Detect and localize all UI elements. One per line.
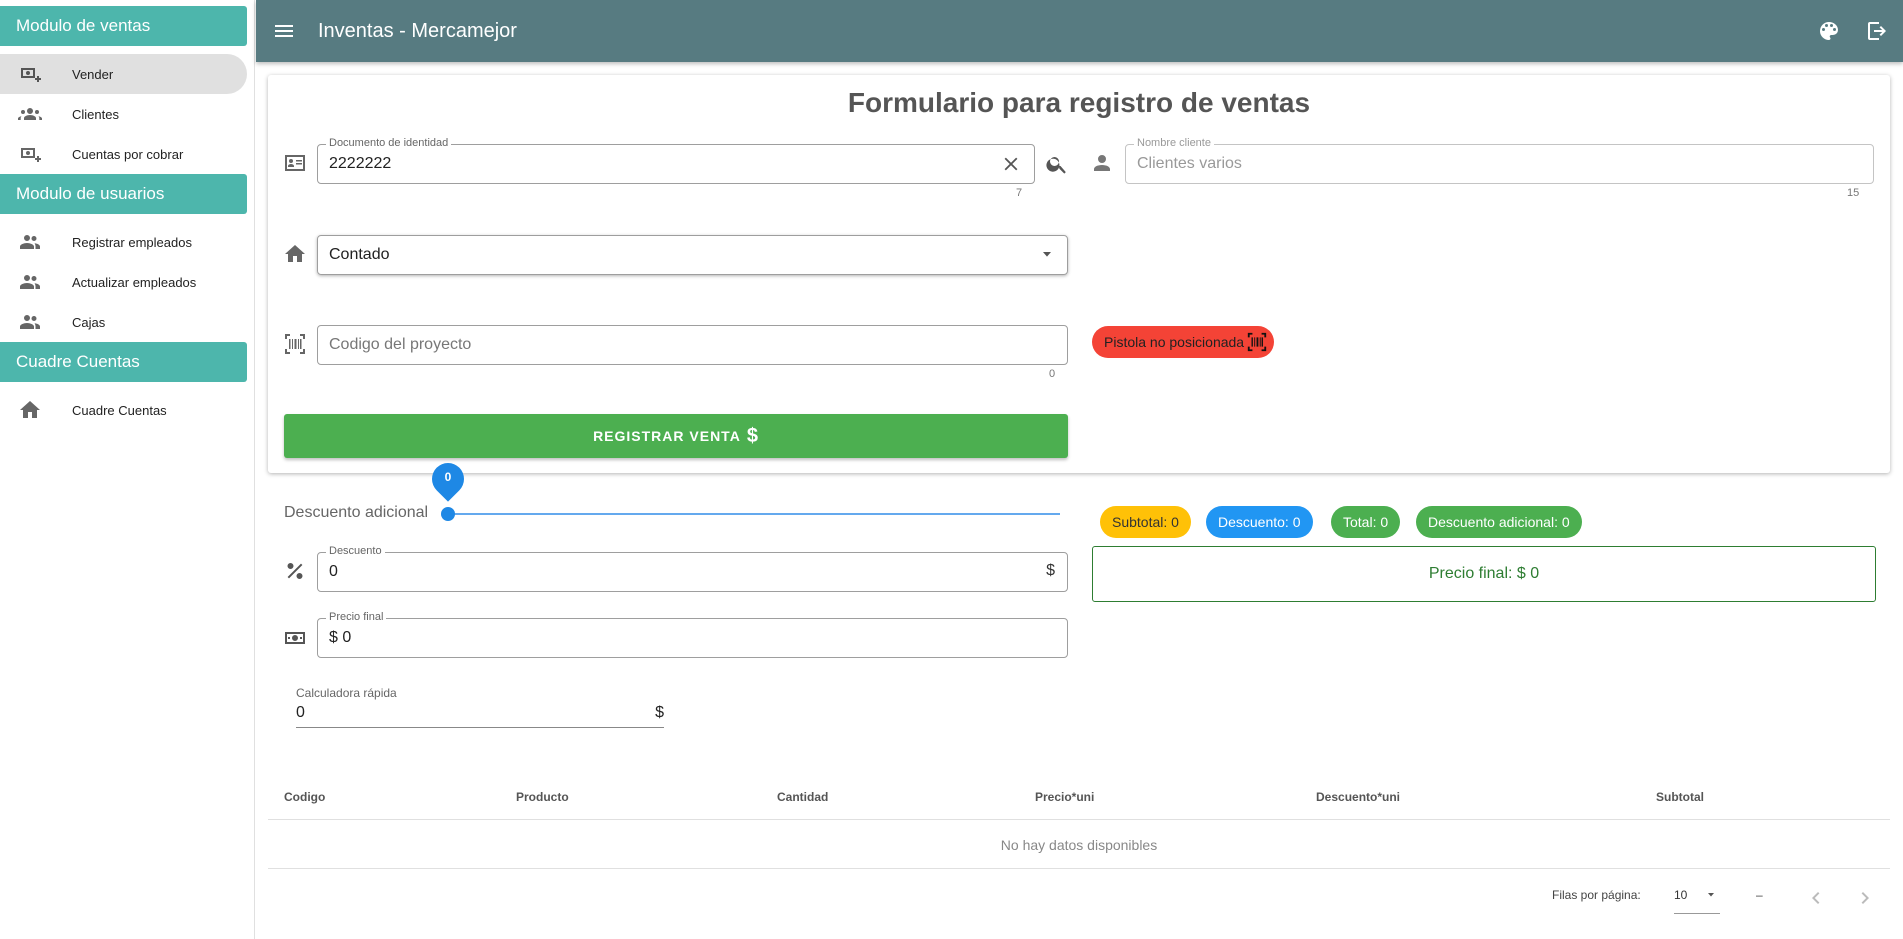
quick-calculator-value: 0 [296,704,305,721]
chevron-left-icon[interactable] [1804,886,1828,910]
sidebar-item-label: Actualizar empleados [72,274,197,290]
dollar-icon: $ [746,424,759,447]
col-descuento-uni[interactable]: Descuento*uni [1316,790,1400,804]
page-range: – [1756,888,1763,902]
document-field[interactable]: Documento de identidad 2222222 [317,136,1035,184]
chevron-right-icon[interactable] [1853,886,1877,910]
scanner-status-chip: Pistola no posicionada [1092,326,1275,358]
sidebar-item-label: Cajas [72,314,106,330]
discount-value: 0 [329,563,338,580]
sidebar-item-vender[interactable]: Vender [0,54,247,94]
project-code-placeholder: Codigo del proyecto [329,336,472,353]
discount-field[interactable]: Descuento 0 $ [317,544,1068,592]
sidebar-item-label: Vender [72,66,114,82]
id-card-icon [283,151,307,175]
chevron-down-icon [1706,893,1716,899]
sidebar-item-label: Clientes [72,106,119,122]
register-sale-button[interactable]: REGISTRAR VENTA $ [284,414,1068,458]
people-icon [18,310,42,334]
col-cantidad[interactable]: Cantidad [777,790,828,804]
menu-icon[interactable] [272,19,296,43]
home-icon [283,242,307,266]
barcode-icon [1246,331,1268,353]
app-title: Inventas - Mercamejor [318,19,517,42]
sidebar-item-label: Registrar empleados [72,234,192,250]
final-price-box: Precio final: $ 0 [1092,546,1876,602]
slider-thumb[interactable] [441,507,455,521]
col-producto[interactable]: Producto [516,790,569,804]
additional-discount-label: Descuento adicional [284,504,429,521]
quick-calculator-label: Calculadora rápida [296,686,397,700]
slider-track[interactable] [448,513,1060,515]
app-bar: Inventas - Mercamejor [256,0,1903,62]
person-icon [1090,151,1114,175]
document-label: Documento de identidad [326,136,452,150]
final-price-value: $ 0 [329,629,352,646]
total-chip: Total: 0 [1331,506,1401,538]
client-name-field[interactable]: Nombre cliente Clientes varios [1125,136,1874,184]
payment-type-select[interactable]: Contado [317,235,1068,275]
client-name-placeholder: Clientes varios [1137,155,1242,172]
scanner-status-label: Pistola no posicionada [1104,334,1245,350]
chevron-down-icon [1041,252,1053,260]
additional-discount-chip: Descuento adicional: 0 [1416,506,1582,538]
section-usuarios[interactable]: Modulo de usuarios [0,174,247,214]
form-title: Formulario para registro de ventas [847,87,1311,118]
project-code-input[interactable]: Codigo del proyecto [317,325,1068,365]
account-group-icon [18,102,42,126]
sidebar-item-cuentas-por-cobrar[interactable]: Cuentas por cobrar [0,134,247,174]
palette-icon[interactable] [1817,19,1841,43]
document-counter: 7 [1016,187,1023,199]
client-name-label: Nombre cliente [1134,136,1214,150]
rows-per-page-label: Filas por página: [1552,888,1641,902]
rows-per-page-select[interactable]: 10 [1674,882,1720,914]
sales-form-card: Formulario para registro de ventas Docum… [268,75,1890,473]
table-empty-message: No hay datos disponibles [268,821,1890,869]
col-codigo[interactable]: Codigo [284,790,325,804]
subtotal-chip: Subtotal: 0 [1100,506,1191,538]
discount-chip: Descuento: 0 [1206,506,1313,538]
table-header: Codigo Producto Cantidad Precio*uni Desc… [268,780,1890,820]
quick-calculator-suffix: $ [655,704,664,721]
discount-suffix: $ [1046,562,1055,579]
logout-icon[interactable] [1865,19,1889,43]
home-icon [18,398,42,422]
sidebar-item-clientes[interactable]: Clientes [0,94,247,134]
section-cuadre[interactable]: Cuadre Cuentas [0,342,247,382]
discount-label: Descuento [326,544,385,558]
sidebar: Modulo de ventas Vender Clientes Cuentas… [0,0,255,939]
final-price-field[interactable]: Precio final $ 0 [317,610,1068,658]
payment-type-value: Contado [329,246,390,263]
sidebar-item-registrar-empleados[interactable]: Registrar empleados [0,222,247,262]
barcode-scan-icon [283,332,307,356]
register-sale-label: REGISTRAR VENTA [593,428,741,444]
quick-calculator-input[interactable]: Calculadora rápida 0 $ [296,686,664,728]
people-icon [18,230,42,254]
final-price-label: Precio final [326,610,387,624]
col-precio-uni[interactable]: Precio*uni [1035,790,1094,804]
people-icon [18,270,42,294]
clear-icon[interactable] [1000,153,1022,175]
section-ventas[interactable]: Modulo de ventas [0,6,247,46]
sidebar-item-cuadre-cuentas[interactable]: Cuadre Cuentas [0,390,247,430]
project-code-counter: 0 [1049,368,1056,380]
sidebar-item-label: Cuadre Cuentas [72,402,167,418]
percent-icon [283,559,307,583]
cash-icon [283,626,307,650]
cash-plus-icon [18,62,42,86]
slider-value: 0 [444,470,452,484]
cash-plus-icon [18,142,42,166]
sidebar-item-label: Cuentas por cobrar [72,146,184,162]
sidebar-item-cajas[interactable]: Cajas [0,302,247,342]
client-name-counter: 15 [1847,187,1860,199]
sidebar-item-actualizar-empleados[interactable]: Actualizar empleados [0,262,247,302]
col-subtotal[interactable]: Subtotal [1656,790,1704,804]
document-value: 2222222 [329,155,392,172]
search-icon[interactable] [1045,152,1069,176]
rows-per-page-value: 10 [1674,888,1688,902]
